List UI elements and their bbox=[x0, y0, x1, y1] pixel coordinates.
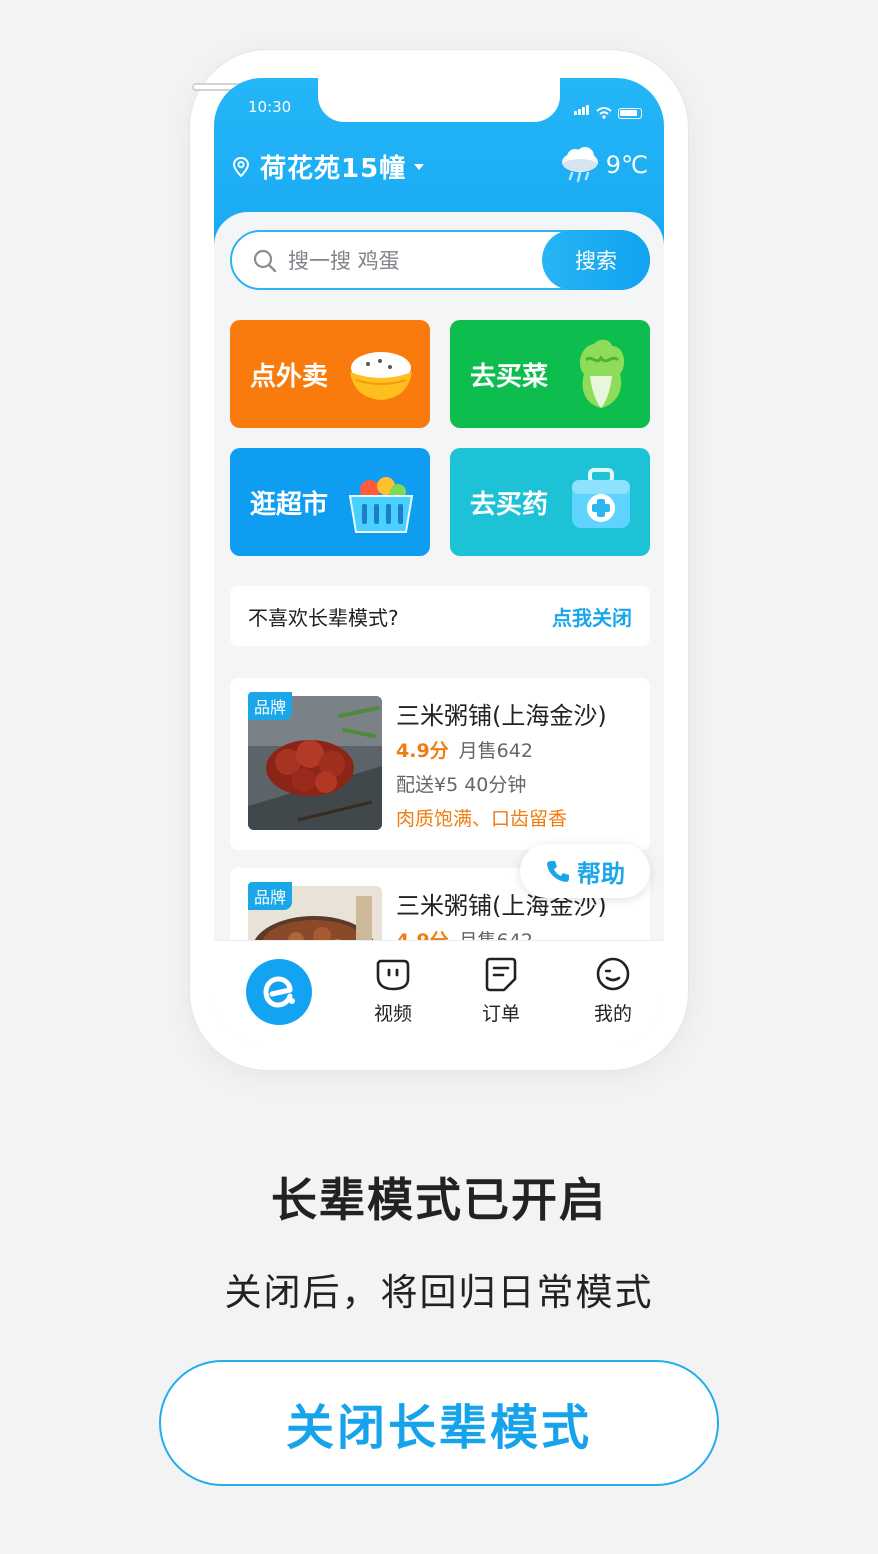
elder-mode-banner: 不喜欢长辈模式? 点我关闭 bbox=[230, 586, 650, 646]
tile-supermarket-label: 逛超市 bbox=[250, 490, 329, 520]
tile-pharmacy[interactable]: 去买药 bbox=[450, 448, 650, 556]
help-label: 帮助 bbox=[577, 859, 625, 888]
tab-profile[interactable]: 我的 bbox=[578, 955, 648, 1026]
wifi-icon bbox=[596, 107, 612, 119]
battery-icon bbox=[618, 108, 642, 119]
tile-takeout-label: 点外卖 bbox=[250, 362, 329, 392]
brand-badge: 品牌 bbox=[248, 882, 293, 910]
banner-question: 不喜欢长辈模式? bbox=[248, 606, 399, 630]
page-title: 长辈模式已开启 bbox=[271, 1173, 607, 1227]
phone-notch bbox=[318, 78, 560, 122]
close-elder-mode-button[interactable]: 关闭长辈模式 bbox=[159, 1360, 719, 1486]
shop-name: 三米粥铺(上海金沙) bbox=[396, 702, 607, 730]
page-subtitle: 关闭后，将回归日常模式 bbox=[224, 1271, 654, 1314]
status-time: 10:30 bbox=[248, 98, 292, 116]
tab-video-label: 视频 bbox=[373, 1003, 412, 1025]
phone-icon bbox=[547, 861, 569, 882]
medicine-kit-icon bbox=[572, 468, 630, 528]
eleme-logo-icon bbox=[263, 976, 295, 1008]
temperature-label: 9℃ bbox=[605, 151, 648, 179]
rain-cloud-icon bbox=[561, 147, 598, 183]
shopping-basket-icon bbox=[348, 477, 414, 533]
location-label: 荷花苑15幢 bbox=[260, 154, 407, 184]
status-icons bbox=[574, 100, 642, 119]
shop-rating-row: 4.9分月售642 bbox=[396, 736, 533, 763]
order-icon bbox=[485, 957, 517, 992]
shop-score: 4.9分 bbox=[396, 740, 449, 762]
tile-groceries-label: 去买菜 bbox=[470, 362, 549, 392]
tab-bar: 视频 订单 我的 bbox=[214, 940, 664, 1044]
weather-widget: 9℃ bbox=[560, 146, 648, 184]
video-face-icon bbox=[376, 959, 410, 991]
bok-choy-icon bbox=[579, 339, 625, 408]
tile-pharmacy-label: 去买药 bbox=[470, 490, 549, 520]
tab-orders-label: 订单 bbox=[481, 1003, 520, 1025]
shop-delivery: 配送¥5 40分钟 bbox=[396, 774, 527, 796]
location-selector[interactable]: 荷花苑15幢 bbox=[230, 148, 425, 185]
search-button[interactable]: 搜索 bbox=[542, 230, 650, 290]
main-content: 搜一搜 鸡蛋 搜索 点外卖 去买菜 逛超市 去买药 不喜欢长辈模式? 点我关闭 … bbox=[214, 212, 664, 1040]
tile-takeout[interactable]: 点外卖 bbox=[230, 320, 430, 428]
shop-monthly-sales: 月售642 bbox=[458, 740, 533, 762]
shop-card[interactable]: 品牌 三米粥铺(上海金沙) 4.9分 月售642 配送¥5 40分钟 肉质饱满、口… bbox=[230, 678, 650, 850]
phone-screen: 10:30 荷花苑15幢 9℃ 搜一搜 鸡蛋 搜索 点外卖 去买菜 逛超市 去买… bbox=[214, 78, 664, 1044]
location-pin-icon bbox=[232, 156, 250, 177]
banner-close-link[interactable]: 点我关闭 bbox=[552, 602, 632, 631]
shop-slogan: 肉质饱满、口齿留香 bbox=[396, 808, 568, 830]
tile-supermarket[interactable]: 逛超市 bbox=[230, 448, 430, 556]
search-input[interactable]: 搜一搜 鸡蛋 bbox=[288, 245, 400, 275]
profile-icon bbox=[596, 957, 630, 991]
tab-home[interactable] bbox=[246, 959, 312, 1025]
brand-badge: 品牌 bbox=[248, 692, 293, 720]
chevron-down-icon bbox=[414, 163, 425, 170]
rice-bowl-icon bbox=[350, 352, 412, 400]
tile-groceries[interactable]: 去买菜 bbox=[450, 320, 650, 428]
help-button[interactable]: 帮助 bbox=[520, 844, 650, 898]
tab-video[interactable]: 视频 bbox=[358, 955, 428, 1026]
signal-icon bbox=[574, 100, 590, 119]
tab-orders[interactable]: 订单 bbox=[466, 955, 536, 1026]
search-bar[interactable]: 搜一搜 鸡蛋 搜索 bbox=[230, 230, 650, 290]
search-icon bbox=[253, 249, 277, 273]
tab-profile-label: 我的 bbox=[593, 1003, 632, 1025]
